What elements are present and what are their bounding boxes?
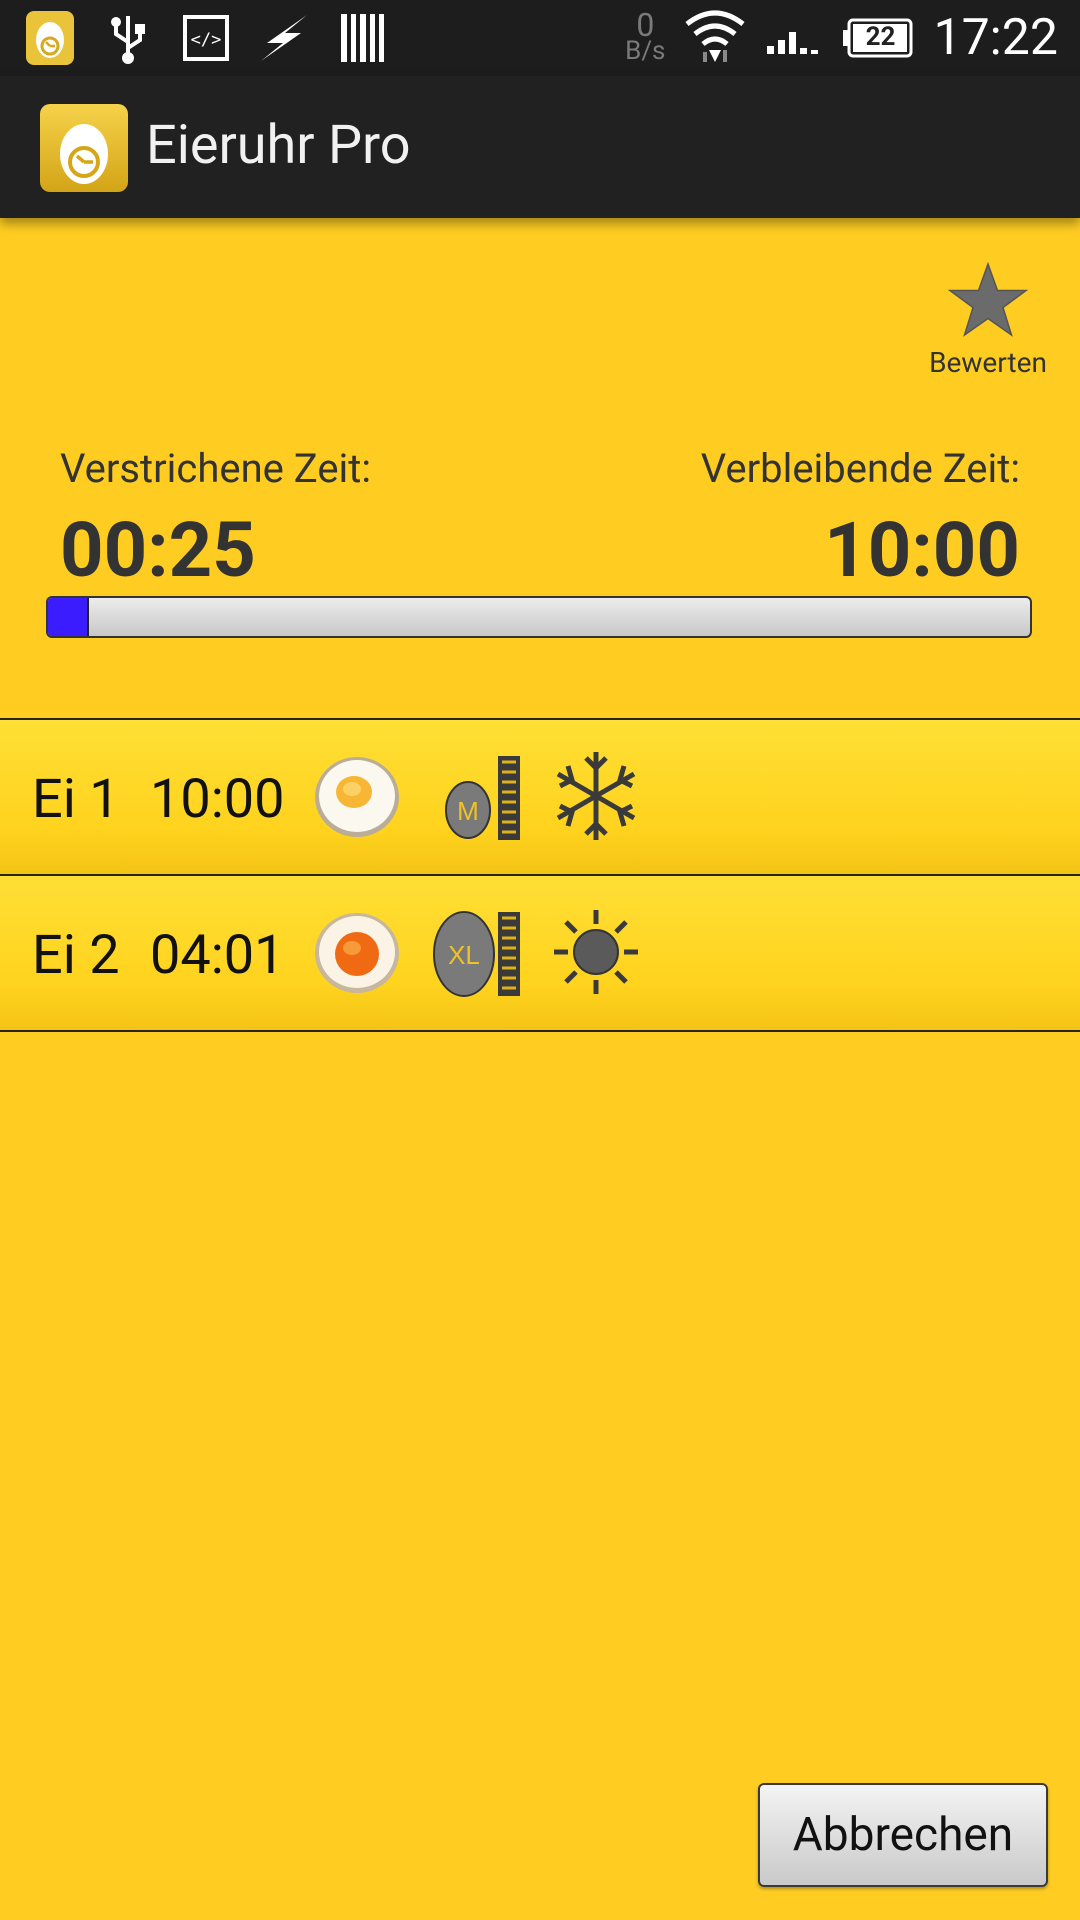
egg-row-2[interactable]: Ei 2 04:01 XL (0, 874, 1080, 1032)
network-speed: 0 B/s (625, 6, 666, 66)
elapsed-time-value: 00:25 (60, 505, 256, 595)
remaining-time-label: Verbleibende Zeit: (700, 445, 1020, 492)
svg-text:</>: </> (191, 30, 222, 50)
timer-progress-bar (46, 596, 1032, 638)
snowflake-icon (548, 748, 644, 844)
signal-strength-icon (765, 16, 825, 60)
usb-icon (100, 10, 156, 66)
remaining-time-value: 10:00 (824, 505, 1020, 595)
action-bar: Eieruhr Pro (0, 76, 1080, 218)
runny-egg-yolk-icon (314, 912, 400, 994)
battery-level: 22 (865, 22, 896, 52)
egg-name: Ei 2 (32, 924, 120, 987)
flash-icon (256, 10, 312, 66)
egg-size-xl-text: XL (448, 940, 480, 970)
clock: 17:22 (933, 9, 1058, 67)
elapsed-time-label: Verstrichene Zeit: (60, 445, 372, 492)
sun-icon (548, 904, 644, 1000)
star-icon (947, 261, 1029, 337)
battery-icon: 22 (843, 17, 915, 59)
rate-button[interactable]: Bewerten (918, 261, 1058, 379)
egg-row-1[interactable]: Ei 1 10:00 M (0, 718, 1080, 874)
egg-list: Ei 1 10:00 M Ei 2 04:01 XL (0, 718, 1080, 1032)
egg-size-xl-icon: XL (432, 904, 528, 1000)
egg-timer-notification-icon (22, 10, 78, 66)
egg-name: Ei 1 (32, 768, 120, 831)
cancel-button[interactable]: Abbrechen (758, 1783, 1048, 1887)
app-title: Eieruhr Pro (146, 114, 411, 177)
egg-time: 04:01 (150, 924, 285, 987)
egg-time: 10:00 (150, 768, 285, 831)
network-speed-unit: B/s (625, 36, 666, 66)
egg-size-m-icon: M (432, 748, 528, 844)
app-logo-icon[interactable] (40, 104, 128, 192)
egg-size-m-text: M (457, 796, 479, 826)
barcode-icon (334, 10, 390, 66)
status-bar: </> 0 B/s 22 17:22 (0, 0, 1080, 76)
network-speed-value: 0 (636, 6, 655, 44)
developer-mode-icon: </> (178, 10, 234, 66)
rate-label: Bewerten (929, 346, 1047, 379)
wifi-icon (683, 6, 747, 70)
timer-progress-fill (48, 598, 90, 636)
soft-egg-yolk-icon (314, 756, 400, 838)
